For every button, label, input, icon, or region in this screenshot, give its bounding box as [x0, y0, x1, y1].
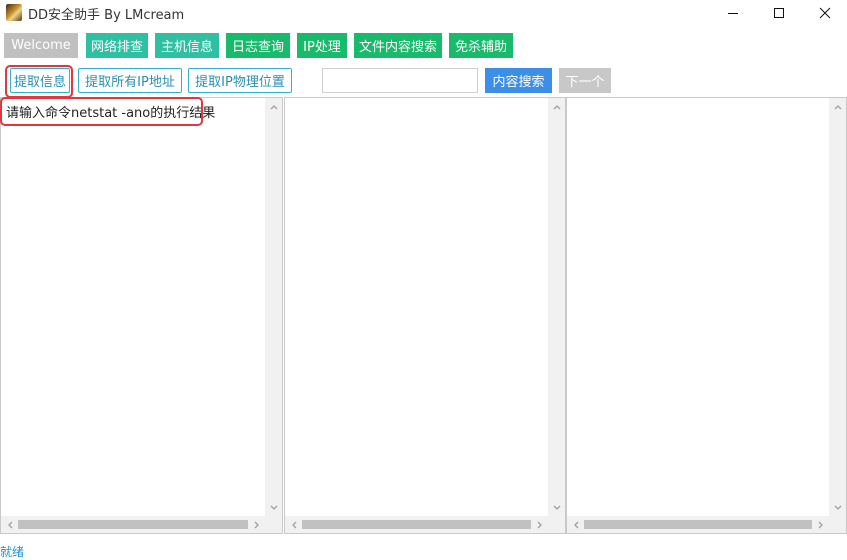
scrollbar-corner — [829, 516, 846, 533]
extract-all-ip-button[interactable]: 提取所有IP地址 — [78, 68, 182, 93]
scroll-right-icon[interactable] — [248, 516, 265, 533]
status-bar — [0, 538, 847, 560]
close-button[interactable] — [802, 0, 847, 26]
scroll-up-icon[interactable] — [829, 98, 846, 115]
scroll-down-icon[interactable] — [265, 499, 282, 516]
app-icon — [6, 4, 22, 21]
next-result-button[interactable]: 下一个 — [559, 68, 611, 93]
horizontal-scrollbar[interactable] — [567, 516, 829, 533]
tab-welcome[interactable]: Welcome — [4, 33, 78, 58]
result-textarea-right[interactable] — [566, 97, 847, 534]
status-text: 就绪 — [0, 545, 25, 559]
tab-log-query[interactable]: 日志查询 — [226, 33, 290, 58]
content-search-button[interactable]: 内容搜索 — [485, 68, 552, 93]
maximize-icon — [774, 8, 784, 18]
tab-file-content-search[interactable]: 文件内容搜索 — [354, 33, 442, 58]
minimize-button[interactable] — [710, 0, 756, 26]
extract-ip-location-button[interactable]: 提取IP物理位置 — [188, 68, 292, 93]
close-icon — [819, 7, 831, 19]
input-hint-text: 请输入命令netstat -ano的执行结果 — [6, 106, 216, 121]
window-title: DD安全助手 By LMcream — [28, 8, 185, 23]
scroll-up-icon[interactable] — [548, 98, 565, 115]
vertical-scrollbar[interactable] — [829, 98, 846, 516]
scroll-right-icon[interactable] — [812, 516, 829, 533]
scroll-right-icon[interactable] — [531, 516, 548, 533]
netstat-input-textarea[interactable]: 请输入命令netstat -ano的执行结果 — [0, 97, 283, 534]
scroll-down-icon[interactable] — [829, 499, 846, 516]
vertical-scrollbar[interactable] — [548, 98, 565, 516]
scroll-left-icon[interactable] — [567, 516, 584, 533]
result-textarea-middle[interactable] — [284, 97, 566, 534]
scroll-left-icon[interactable] — [1, 516, 18, 533]
minimize-icon — [728, 13, 738, 14]
horizontal-scrollbar[interactable] — [1, 516, 265, 533]
search-input[interactable] — [322, 68, 478, 93]
tab-host-info[interactable]: 主机信息 — [155, 33, 219, 58]
horizontal-scrollbar[interactable] — [285, 516, 548, 533]
tab-av-evasion[interactable]: 免杀辅助 — [449, 33, 513, 58]
scrollbar-corner — [265, 516, 282, 533]
scroll-up-icon[interactable] — [265, 98, 282, 115]
scroll-left-icon[interactable] — [285, 516, 302, 533]
maximize-button[interactable] — [756, 0, 802, 26]
scroll-down-icon[interactable] — [548, 499, 565, 516]
extract-info-button[interactable]: 提取信息 — [10, 68, 70, 93]
horizontal-scroll-thumb[interactable] — [302, 520, 531, 529]
horizontal-scroll-thumb[interactable] — [584, 520, 812, 529]
tab-network-check[interactable]: 网络排查 — [86, 33, 148, 58]
horizontal-scroll-thumb[interactable] — [18, 520, 248, 529]
scrollbar-corner — [548, 516, 565, 533]
vertical-scrollbar[interactable] — [265, 98, 282, 516]
tab-ip-processing[interactable]: IP处理 — [297, 33, 347, 58]
